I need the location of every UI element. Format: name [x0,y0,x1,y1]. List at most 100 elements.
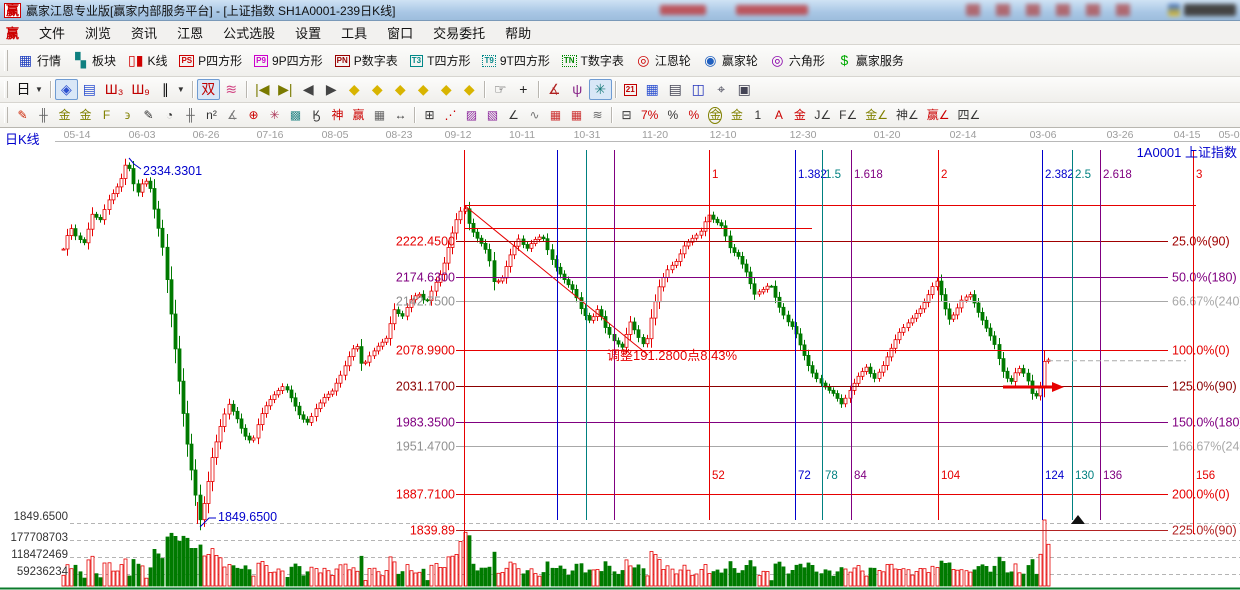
pencil-scale-button[interactable]: ✎ [138,105,159,126]
red-fan-button[interactable]: ⋰ [440,105,461,126]
pencil-tool-button[interactable]: ✎ [12,105,33,126]
save-button[interactable]: ◫ [687,79,710,100]
winner-wheel-button[interactable]: ◉赢家轮 [697,49,764,72]
doc-panel-button[interactable]: ▤ [78,79,101,100]
p-table-button[interactable]: PNP数字表 [329,49,404,72]
jump-first-button[interactable]: |◀ [251,79,274,100]
chart-area[interactable]: 05-1406-0306-2607-1608-0508-2309-1210-11… [0,128,1240,590]
web-tool-button[interactable]: ✳ [264,105,285,126]
diamond-star-button[interactable]: ◆ [458,79,481,100]
titlebar-corner-icon[interactable] [1168,4,1180,16]
fan-box1-button[interactable]: ▨ [461,105,482,126]
toolbar-grip[interactable] [4,81,8,99]
width-tool-button[interactable]: ↔ [390,105,411,126]
gold-scale1-button[interactable]: 金 [54,105,75,126]
bars-9-button[interactable]: Ш₉ [127,79,153,100]
9t-square-button[interactable]: T99T四方形 [476,49,555,72]
menu-item-0[interactable]: 文件 [29,20,75,45]
gold-scale2-button[interactable]: 金 [75,105,96,126]
toolbar-grip[interactable] [4,107,8,124]
gann-scale-button[interactable]: ╫ [33,105,54,126]
percent7-button[interactable]: 7% [637,105,662,126]
calendar-button[interactable]: 21 [620,81,641,99]
web-boxed-button[interactable]: ▩ [285,105,306,126]
toolbar-grip[interactable] [4,50,8,72]
kline-button[interactable]: ▯▮K线 [122,49,173,72]
gold-angle-button[interactable]: 金∠ [861,105,892,126]
f-scale-button[interactable]: F [96,105,117,126]
k-quote-button[interactable]: Ӄ [306,105,327,126]
kline-chart-canvas[interactable]: 05-1406-0306-2607-1608-0508-2309-1210-11… [0,128,1240,590]
menu-item-4[interactable]: 公式选股 [213,20,285,45]
net-chart-button[interactable]: ◈ [55,79,78,100]
purple-tool-button[interactable]: ψ [566,79,589,100]
menu-item-8[interactable]: 交易委托 [423,20,495,45]
time-circle-button[interactable]: ◔ [159,105,180,126]
dropdown-arrow-icon[interactable]: ▼ [35,85,43,94]
j-angle-button[interactable]: J∠ [810,105,835,126]
diamond-left-button[interactable]: ◆ [343,79,366,100]
candle-style-button[interactable]: ∥▼ [154,79,189,100]
slope-lines-button[interactable]: ≋ [587,105,608,126]
hand-tool-button[interactable]: ☞ [489,79,512,100]
angle-tool-button[interactable]: ∡ [543,79,566,100]
p-square-button[interactable]: PSP四方形 [173,49,248,72]
window-controls-blurred[interactable] [1184,4,1236,16]
winner-service-button[interactable]: $赢家服务 [831,49,910,72]
menu-item-6[interactable]: 工具 [331,20,377,45]
crosshair-tool-button[interactable]: + [512,79,535,100]
angle-ruler-button[interactable]: ∡ [222,105,243,126]
titlebar-buttons-blurred[interactable] [966,4,1136,16]
one-pencil-button[interactable]: 1 [747,105,768,126]
calculator-button[interactable]: ▦ [641,79,664,100]
report-button[interactable]: ▤ [664,79,687,100]
diamond-h-button[interactable]: ◆ [389,79,412,100]
shuang-tool-button[interactable]: 双 [197,79,220,100]
percent-line-button[interactable]: % [683,105,704,126]
quotes-button[interactable]: ▦行情 [12,49,67,72]
diamond-right-button[interactable]: ◆ [366,79,389,100]
period-day-button[interactable]: 日▼ [12,79,47,100]
gold-lines-red-button[interactable]: 金 [789,105,810,126]
bars-3-button[interactable]: Ш₃ [101,79,128,100]
t-table-button[interactable]: TNT数字表 [556,49,630,72]
menu-item-9[interactable]: 帮助 [495,20,541,45]
level-bars-button[interactable]: ⊟ [616,105,637,126]
percent-button[interactable]: % [662,105,683,126]
hexagon-button[interactable]: ◎六角形 [764,49,831,72]
9p-square-button[interactable]: P99P四方形 [248,49,328,72]
step-back-button[interactable]: ◀ [297,79,320,100]
circle-cross-button[interactable]: ⊕ [243,105,264,126]
terminal-button[interactable]: ▣ [733,79,756,100]
shen-grid-button[interactable]: 神 [327,105,348,126]
diamond-expand-button[interactable]: ◆ [412,79,435,100]
spiral-tool-button[interactable]: ϶ [117,105,138,126]
menu-item-3[interactable]: 江恩 [167,20,213,45]
shen-angle-button[interactable]: 神∠ [892,105,923,126]
diamond-cross-button[interactable]: ◆ [435,79,458,100]
ying-grid-button[interactable]: 赢 [348,105,369,126]
snapshot-button[interactable]: ⌖ [710,79,733,100]
n-square-button[interactable]: n² [201,105,222,126]
red-grid2-button[interactable]: ▦ [566,105,587,126]
jump-last-button[interactable]: ▶| [274,79,297,100]
title-bar[interactable]: 赢 赢家江恩专业版[赢家内部服务平台] - [上证指数 SH1A0001-239… [0,0,1240,21]
tick-scale-button[interactable]: ╫ [180,105,201,126]
wave-a-button[interactable]: A [768,105,789,126]
gann-wheel-button[interactable]: ◎江恩轮 [630,49,697,72]
box-tool-button[interactable]: ⊞ [419,105,440,126]
dropdown-arrow-icon[interactable]: ▼ [177,85,185,94]
si-angle-button[interactable]: 四∠ [954,105,985,126]
gold-lines-button[interactable]: 金 [726,105,747,126]
red-grid1-button[interactable]: ▦ [545,105,566,126]
step-forward-button[interactable]: ▶ [320,79,343,100]
t-square-button[interactable]: T3T四方形 [404,49,477,72]
histogram-button[interactable]: ≋ [220,79,243,100]
brain-tool-button[interactable]: ✳ [589,79,612,100]
f-angle-button[interactable]: F∠ [835,105,861,126]
gold-circle-button[interactable]: 金 [704,104,726,127]
menu-item-1[interactable]: 浏览 [75,20,121,45]
grid-123-button[interactable]: ▦ [369,105,390,126]
menu-item-7[interactable]: 窗口 [377,20,423,45]
fan-box2-button[interactable]: ▧ [482,105,503,126]
